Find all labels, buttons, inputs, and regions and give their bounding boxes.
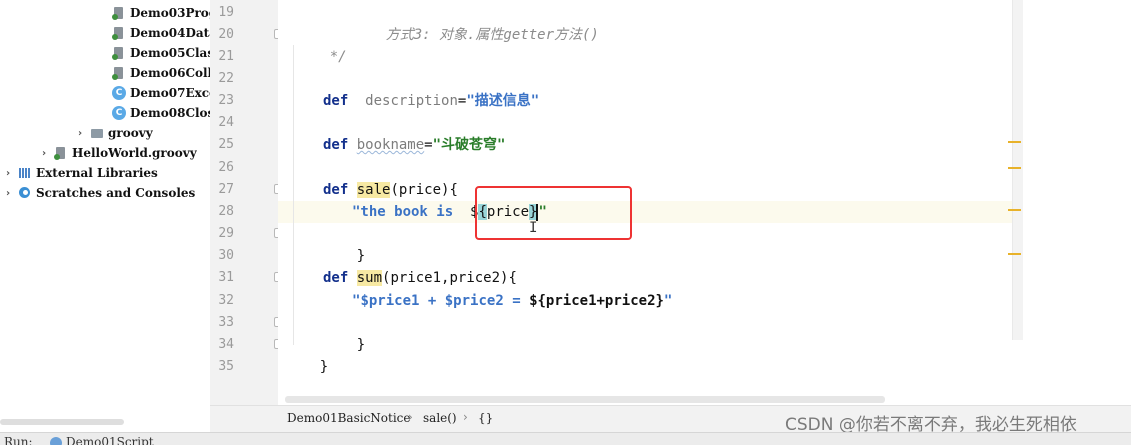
code-line-29[interactable]: } [323,223,365,264]
groovy-file-icon [54,146,68,160]
chevron-right-icon[interactable]: › [6,188,18,199]
tree-item-demo03[interactable]: Demo03Progr [112,3,210,23]
line-number: 33 [218,315,234,330]
line-number: 19 [218,5,234,20]
chevron-right-icon[interactable]: › [78,128,90,139]
breadcrumb-item-block[interactable]: {} [478,411,493,425]
code-line-31[interactable]: def sum(price1,price2){ [323,267,517,289]
code-line-19[interactable]: 方式3: 对象.属性getter方法() [352,2,599,43]
line-number: 35 [218,359,234,374]
run-label: Run: [4,435,33,445]
editor-horizontal-scrollbar[interactable] [285,396,885,403]
code-line-32[interactable]: "$price1 + $price2 = ${price1+price2}" [352,290,672,312]
tree-item-demo05[interactable]: Demo05ClassI [112,43,210,63]
warning-marker[interactable] [1008,209,1021,211]
chevron-right-icon[interactable]: › [42,148,54,159]
code-line-20[interactable]: */ [296,24,347,65]
breadcrumb-item-class[interactable]: Demo01BasicNotice [287,411,411,425]
tree-item-external-libraries[interactable]: › External Libraries [6,163,158,183]
tree-item-demo08[interactable]: C Demo08Closu [112,103,210,123]
warning-marker[interactable] [1008,253,1021,255]
class-icon: C [112,106,126,120]
line-number: 27 [218,182,234,197]
tree-horizontal-scrollbar[interactable] [0,419,124,425]
folder-icon [90,126,104,140]
editor-vertical-scrollbar[interactable] [1012,0,1023,340]
warning-marker[interactable] [1008,167,1021,169]
line-number: 26 [218,160,234,175]
line-number: 25 [218,137,234,152]
code-line-33[interactable]: } [323,312,365,353]
groovy-file-icon [112,66,126,80]
breadcrumb-separator-icon: › [463,410,468,424]
tree-item-scratches[interactable]: › Scratches and Consoles [6,183,195,203]
line-number: 23 [218,93,234,108]
scratches-icon [18,186,32,200]
line-number: 28 [218,204,234,219]
tree-item-demo07[interactable]: C Demo07Excep [112,83,210,103]
groovy-file-icon [112,26,126,40]
indent-guide [293,45,294,345]
project-tree: Demo03Progr Demo04DataT Demo05ClassI Dem… [0,0,210,444]
line-number: 31 [218,270,234,285]
line-number: 34 [218,337,234,352]
line-number: 24 [218,115,234,130]
line-number: 20 [218,27,234,42]
groovy-file-icon [112,46,126,60]
run-tool-bar: Run: Demo01Script [0,432,1131,445]
tree-item-helloworld[interactable]: › HelloWorld.groovy [42,143,197,163]
line-number: 32 [218,293,234,308]
tree-item-demo06[interactable]: Demo06Collec [112,63,210,83]
annotation-highlight-box [475,186,632,240]
editor-gutter: 19 20 21 22 23 24 25 26 27 28 29 30 31 3… [210,0,284,405]
code-line-23[interactable]: def description="描述信息" [323,90,539,112]
line-number: 29 [218,226,234,241]
tree-item-groovy-folder[interactable]: › groovy [78,123,153,143]
breadcrumb-separator-icon: › [408,410,413,424]
libraries-icon [18,166,32,180]
breadcrumb-item-method[interactable]: sale() [423,411,457,425]
code-editor[interactable]: 方式3: 对象.属性getter方法() */ def description=… [278,0,1023,405]
line-number: 21 [218,49,234,64]
code-line-27[interactable]: def sale(price){ [323,179,458,201]
line-number: 30 [218,248,234,263]
run-config-tab[interactable]: Demo01Script [66,433,154,445]
code-line-25[interactable]: def bookname="斗破苍穹" [323,134,505,156]
chevron-right-icon[interactable]: › [6,168,18,179]
groovy-file-icon [112,6,126,20]
class-icon: C [112,86,126,100]
code-line-34[interactable]: } [286,334,328,375]
warning-marker[interactable] [1008,141,1021,143]
ibeam-cursor-icon: I [529,220,538,236]
tree-item-demo04[interactable]: Demo04DataT [112,23,210,43]
line-number: 22 [218,71,234,86]
